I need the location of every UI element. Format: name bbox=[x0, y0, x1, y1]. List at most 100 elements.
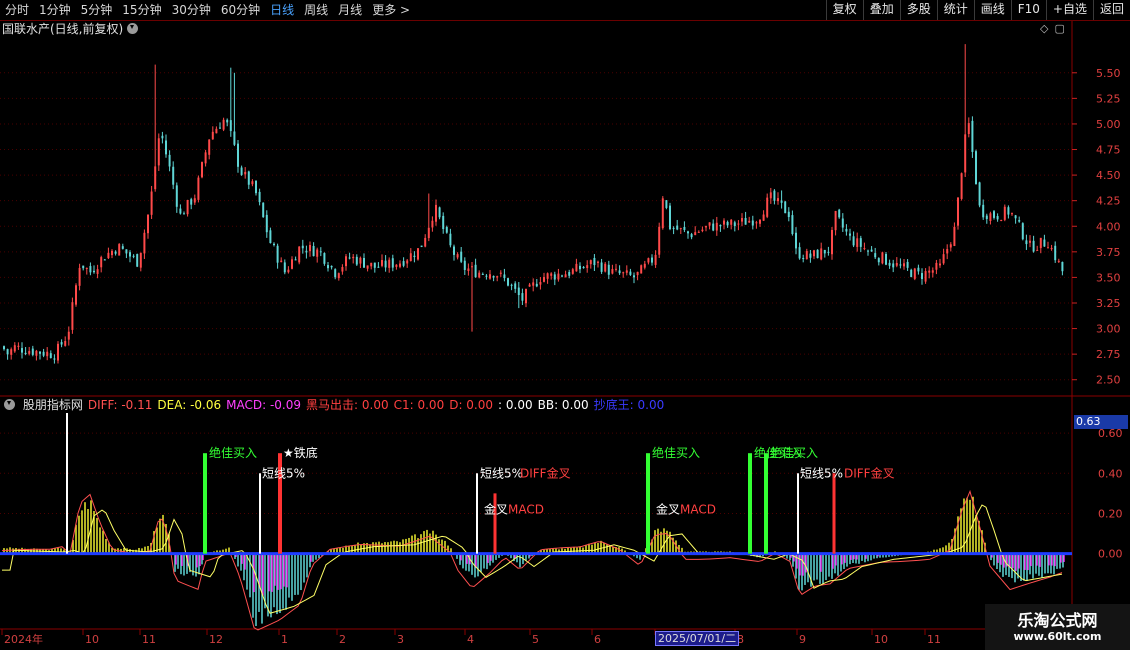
candle-body bbox=[147, 214, 149, 234]
candle-body bbox=[802, 258, 805, 260]
candle-body bbox=[471, 266, 473, 268]
candle-body bbox=[269, 230, 272, 244]
candle-body bbox=[766, 197, 769, 217]
candle-body bbox=[820, 248, 823, 260]
candle-body bbox=[190, 199, 193, 205]
candle-body bbox=[417, 248, 419, 260]
candle-body bbox=[161, 135, 164, 139]
indicator-header-item-9: 抄底王: 0.00 bbox=[593, 398, 665, 412]
candle-body bbox=[492, 275, 495, 278]
candle-body bbox=[460, 251, 463, 262]
candle-body bbox=[46, 351, 49, 357]
candle-body bbox=[1018, 220, 1021, 222]
candle-body bbox=[733, 222, 736, 227]
candle-body bbox=[348, 257, 351, 259]
signal-label: MACD bbox=[508, 502, 544, 516]
candle-body bbox=[1050, 247, 1053, 250]
chevron-down-icon[interactable] bbox=[4, 399, 15, 410]
candle-body bbox=[892, 263, 895, 268]
candle-body bbox=[571, 269, 574, 274]
signal-label: 金叉 bbox=[656, 501, 680, 516]
candle-body bbox=[179, 208, 182, 214]
signal-bar-buy bbox=[748, 453, 752, 554]
signal-label: DIFF金叉 bbox=[844, 465, 895, 480]
candle-body bbox=[1057, 260, 1060, 262]
candle-body bbox=[211, 131, 214, 140]
candle-body bbox=[611, 269, 614, 274]
candle-body bbox=[3, 346, 5, 350]
candle-body bbox=[507, 278, 509, 286]
candle-body bbox=[352, 256, 355, 259]
signal-label: 绝佳买入 bbox=[652, 445, 700, 460]
candle-body bbox=[1025, 240, 1028, 245]
signal-label: 绝佳买入 bbox=[209, 445, 257, 460]
candle-body bbox=[67, 331, 70, 340]
candle-body bbox=[751, 220, 754, 226]
candle-body bbox=[13, 345, 16, 352]
candle-body bbox=[129, 252, 131, 257]
candle-body bbox=[633, 275, 635, 278]
candle-body bbox=[226, 119, 229, 123]
candle-body bbox=[309, 244, 311, 252]
candle-body bbox=[481, 273, 484, 275]
candle-body bbox=[1011, 213, 1013, 215]
candle-body bbox=[597, 261, 599, 263]
candle-body bbox=[255, 180, 257, 194]
candle-body bbox=[474, 264, 477, 278]
candle-body bbox=[359, 257, 362, 264]
candle-body bbox=[525, 289, 527, 304]
candle-body bbox=[993, 211, 995, 218]
candle-body bbox=[867, 250, 869, 252]
candle-body bbox=[787, 211, 790, 218]
candle-body bbox=[139, 252, 142, 268]
signal-bar-buy bbox=[646, 453, 650, 554]
candle-body bbox=[499, 272, 502, 274]
indicator-header: 股朋指标网 DIFF: -0.11 DEA: -0.06 MACD: -0.09 黑马出… bbox=[2, 398, 669, 412]
candle-body bbox=[640, 265, 643, 274]
candle-body bbox=[381, 260, 383, 266]
candle-body bbox=[510, 284, 513, 286]
candle-body bbox=[831, 229, 833, 255]
candle-body bbox=[150, 191, 153, 215]
candle-body bbox=[442, 215, 445, 230]
candle-body bbox=[1061, 261, 1064, 272]
candle-body bbox=[755, 222, 758, 224]
candle-body bbox=[557, 273, 560, 280]
candle-body bbox=[136, 254, 139, 267]
candle-body bbox=[712, 223, 715, 231]
candle-body bbox=[478, 272, 481, 278]
kline-chart[interactable]: 5.50 5.25 5.00 4.75 4.50 4.25 4.00 3.75 3.50 3.25… bbox=[0, 0, 1130, 650]
candle-body bbox=[917, 267, 920, 272]
candle-body bbox=[942, 254, 945, 264]
candle-body bbox=[913, 268, 916, 279]
candle-body bbox=[535, 283, 538, 287]
candle-body bbox=[586, 265, 589, 269]
candle-body bbox=[935, 262, 938, 270]
candle-body bbox=[125, 249, 128, 254]
candle-body bbox=[849, 233, 851, 236]
candle-body bbox=[64, 340, 67, 346]
candle-body bbox=[658, 226, 661, 255]
candle-body bbox=[39, 351, 41, 354]
candle-body bbox=[723, 220, 725, 225]
time-axis-label: 2 bbox=[339, 633, 346, 646]
candle-body bbox=[103, 259, 106, 261]
candle-body bbox=[964, 134, 967, 173]
candle-body bbox=[449, 233, 452, 246]
candle-body bbox=[769, 192, 772, 199]
candle-body bbox=[262, 202, 265, 218]
candle-body bbox=[215, 128, 218, 134]
candle-body bbox=[222, 119, 225, 130]
price-axis-label: 3.00 bbox=[1096, 323, 1121, 336]
candle-body bbox=[1021, 223, 1024, 240]
candle-body bbox=[856, 238, 859, 247]
time-axis-label: 11 bbox=[142, 633, 156, 646]
candle-body bbox=[697, 231, 700, 233]
candle-body bbox=[143, 232, 146, 254]
signal-label: 金叉 bbox=[484, 501, 508, 516]
candle-body bbox=[57, 343, 59, 361]
price-axis-label: 4.75 bbox=[1096, 144, 1121, 157]
candle-body bbox=[453, 246, 455, 255]
candle-body bbox=[946, 249, 949, 254]
candle-body bbox=[312, 245, 315, 257]
